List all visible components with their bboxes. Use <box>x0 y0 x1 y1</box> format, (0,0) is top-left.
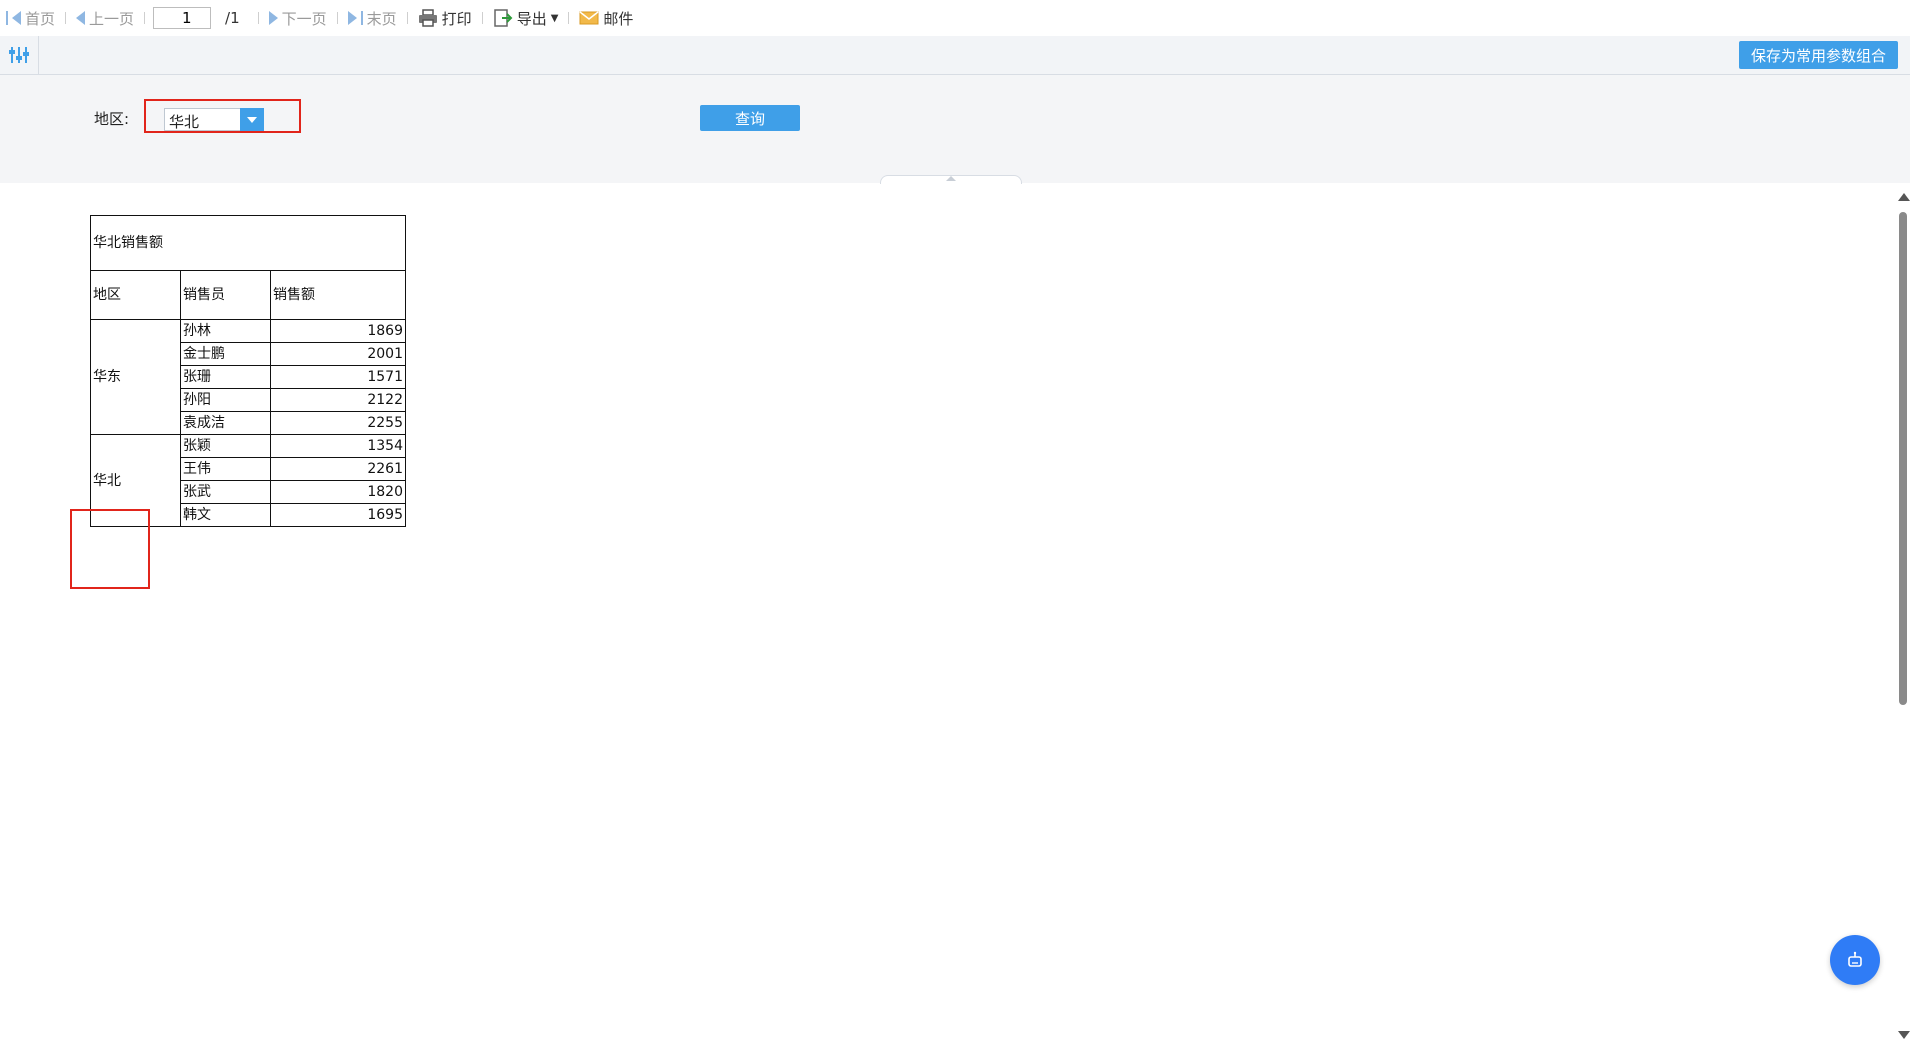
page-number-input[interactable] <box>153 7 212 29</box>
toolbar-divider <box>257 12 259 24</box>
first-page-arrow-icon <box>12 11 21 25</box>
salesperson-cell: 金士鹏 <box>180 342 271 366</box>
salesperson-cell: 韩文 <box>180 503 271 527</box>
amount-cell: 2261 <box>270 457 406 481</box>
export-icon <box>493 9 513 27</box>
report-title: 华北销售额 <box>90 215 406 271</box>
first-page-button[interactable]: 首页 <box>0 8 61 29</box>
table-row: 华北 张颖 1354 <box>90 434 406 527</box>
region-label: 地区: <box>94 110 130 128</box>
toolbar-divider <box>65 12 67 24</box>
last-page-icon <box>360 11 363 25</box>
salesperson-cell: 孙阳 <box>180 388 271 412</box>
printer-icon <box>418 9 437 27</box>
salesperson-cell: 王伟 <box>180 457 271 481</box>
region-select-highlight: 华北 <box>144 99 301 133</box>
chevron-down-icon <box>247 116 257 123</box>
amount-cell: 1695 <box>270 503 406 527</box>
amount-cell: 2001 <box>270 342 406 366</box>
toolbar-divider <box>406 12 408 24</box>
table-row: 华东 孙林 1869 <box>90 319 406 435</box>
report-area: 华北销售额 地区 销售员 销售额 华东 孙林 1869 金士鹏 2001 张珊 … <box>0 184 1896 1043</box>
last-page-button[interactable]: 末页 <box>342 8 403 29</box>
collapse-panel-handle[interactable] <box>880 175 1022 184</box>
amount-cell: 1571 <box>270 365 406 389</box>
region-cell: 华东 <box>90 319 181 435</box>
amount-cell: 1869 <box>270 319 406 343</box>
amount-cell: 2255 <box>270 411 406 435</box>
toolbar-divider <box>336 12 338 24</box>
amount-cell: 2122 <box>270 388 406 412</box>
save-params-button[interactable]: 保存为常用参数组合 <box>1738 41 1898 69</box>
parameter-bar: 保存为常用参数组合 <box>0 36 1910 75</box>
table-header-row: 地区 销售员 销售额 <box>90 270 406 320</box>
next-page-button[interactable]: 下一页 <box>263 8 333 29</box>
column-header: 销售额 <box>270 270 406 320</box>
export-button[interactable]: 导出 ▼ <box>487 8 565 29</box>
mail-button[interactable]: 邮件 <box>573 8 639 29</box>
region-dropdown-button[interactable] <box>240 108 264 131</box>
salesperson-cell: 张颖 <box>180 434 271 458</box>
toolbar-divider <box>568 12 570 24</box>
region-select-value: 华北 <box>169 113 200 131</box>
amount-cell: 1820 <box>270 480 406 504</box>
prev-page-icon <box>76 11 86 25</box>
salesperson-cell: 张武 <box>180 480 271 504</box>
query-button[interactable]: 查询 <box>700 105 800 131</box>
print-button[interactable]: 打印 <box>412 8 478 29</box>
amount-cell: 1354 <box>270 434 406 458</box>
robot-icon <box>1848 951 1862 967</box>
first-page-icon <box>6 11 8 25</box>
sales-report-table: 华北销售额 地区 销售员 销售额 华东 孙林 1869 金士鹏 2001 张珊 … <box>90 215 406 527</box>
region-cell: 华北 <box>90 434 181 527</box>
toolbar-divider <box>481 12 483 24</box>
salesperson-cell: 袁成洁 <box>180 411 271 435</box>
mail-icon <box>579 11 599 25</box>
parameter-panel: 地区: 华北 查询 <box>0 75 1910 184</box>
scroll-down-icon[interactable] <box>1898 1031 1910 1039</box>
assistant-button[interactable] <box>1830 935 1880 985</box>
salesperson-cell: 张珊 <box>180 365 271 389</box>
parameter-toggle-button[interactable] <box>0 36 39 74</box>
next-page-icon <box>268 11 278 25</box>
vertical-scrollbar[interactable] <box>1896 184 1910 1043</box>
prev-page-button[interactable]: 上一页 <box>70 8 140 29</box>
scrollbar-thumb[interactable] <box>1899 212 1907 705</box>
report-toolbar: 首页 上一页 /1 下一页 末页 打印 导出 ▼ <box>0 0 1910 37</box>
total-pages: /1 <box>225 9 240 27</box>
table-title-row: 华北销售额 <box>90 215 406 271</box>
region-select[interactable]: 华北 <box>164 108 264 131</box>
last-page-arrow-icon <box>347 11 357 25</box>
toolbar-divider <box>144 12 146 24</box>
chevron-down-icon: ▼ <box>550 12 559 24</box>
scroll-up-icon[interactable] <box>1898 193 1910 201</box>
column-header: 销售员 <box>180 270 271 320</box>
sliders-icon <box>9 47 29 63</box>
salesperson-cell: 孙林 <box>180 319 271 343</box>
column-header: 地区 <box>90 270 181 320</box>
